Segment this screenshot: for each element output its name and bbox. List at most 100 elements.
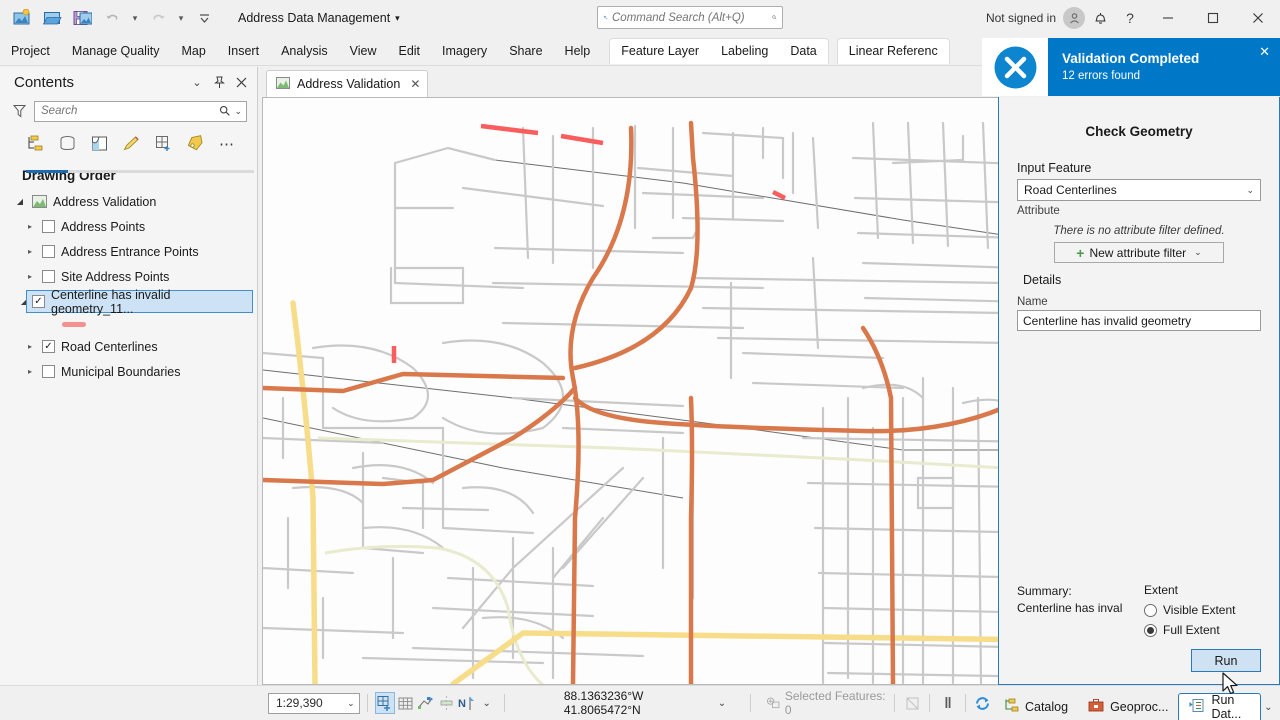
layer-visibility-checkbox[interactable] [42,365,55,378]
map-tools-caret-icon[interactable]: ⌄ [477,692,497,714]
bottom-tab-geoprocessing[interactable]: Geoproc... [1078,694,1178,720]
help-button[interactable]: ? [1115,3,1145,33]
tree-item-centerline-has-invalid-geometry[interactable]: ✓ Centerline has invalid geometry_11... [26,290,253,313]
close-button[interactable] [1235,0,1280,36]
grid-tool-icon[interactable] [395,692,415,714]
ribbon-tab-data[interactable]: Data [779,39,827,64]
open-project-icon[interactable] [38,4,66,32]
ribbon-tab-linear-referencing[interactable]: Linear Referenc [838,39,949,64]
bottom-tab-run-data-reviewer[interactable]: Run Dat... [1178,693,1260,720]
layer-visibility-checkbox[interactable]: ✓ [32,295,45,308]
ribbon-tab-project[interactable]: Project [0,36,61,66]
tree-item-site-address-points[interactable]: ▸ Site Address Points [10,264,257,289]
redo-icon[interactable] [144,4,172,32]
project-name[interactable]: Address Data Management ▾ [238,11,400,25]
undo-dropdown-caret-icon[interactable]: ▾ [128,5,142,31]
refresh-map-button[interactable] [973,692,993,714]
map-clip-icon[interactable] [902,692,922,714]
bottom-tabs-caret-icon[interactable]: ⌄ [1261,694,1276,720]
contents-toolbar-scroll-indicator[interactable] [26,170,254,173]
contents-close-icon[interactable] [231,72,251,92]
ribbon-tab-manage-quality[interactable]: Manage Quality [61,36,171,66]
expand-arrow-icon[interactable]: ▸ [24,367,36,376]
maximize-button[interactable] [1190,0,1235,36]
list-by-snapping-icon[interactable] [152,133,174,155]
undo-icon[interactable] [98,4,126,32]
chevron-down-icon[interactable]: ⌄ [1194,247,1202,258]
ribbon-tab-view[interactable]: View [339,36,388,66]
extent-option-full[interactable]: Full Extent [1144,623,1236,637]
tree-item-municipal-boundaries[interactable]: ▸ Municipal Boundaries [10,359,257,384]
ribbon-tab-feature-layer[interactable]: Feature Layer [610,39,710,64]
layer-visibility-checkbox[interactable] [42,220,55,233]
contents-search-caret-icon[interactable]: ⌄ [234,106,242,117]
toast-close-icon[interactable]: ✕ [1259,38,1280,82]
list-by-drawing-order-icon[interactable] [24,133,46,155]
radio-full-extent[interactable] [1144,624,1157,637]
contents-search-input[interactable] [41,105,216,117]
selection-tool-icon[interactable] [375,692,396,714]
measure-icon[interactable] [436,692,456,714]
input-feature-select[interactable]: Road Centerlines ⌄ [1017,179,1261,201]
coordinates-caret-icon[interactable]: ⌄ [718,698,726,709]
search-icon[interactable] [772,11,777,24]
extent-option-visible[interactable]: Visible Extent [1144,603,1236,617]
map-tab-close-icon[interactable]: ✕ [410,77,420,91]
ribbon-tab-labeling[interactable]: Labeling [710,39,779,64]
expand-arrow-icon[interactable]: ▸ [24,272,36,281]
expand-arrow-icon[interactable]: ◢ [14,197,26,206]
expand-arrow-icon[interactable]: ◢ [10,297,24,306]
list-by-editing-icon[interactable] [120,133,142,155]
radio-visible-extent[interactable] [1144,604,1157,617]
ribbon-tab-insert[interactable]: Insert [217,36,270,66]
ribbon-tab-edit[interactable]: Edit [387,36,431,66]
chevron-down-icon[interactable]: ⌄ [347,698,355,709]
contents-menu-caret-icon[interactable]: ⌄ [187,72,207,92]
ribbon-tab-map[interactable]: Map [170,36,216,66]
list-by-labeling-icon[interactable] [184,133,206,155]
validation-notification-toast[interactable]: Validation Completed 12 errors found ✕ [982,38,1280,96]
contents-pin-icon[interactable] [209,72,229,92]
map-scale-selector[interactable]: 1:29,390 ⌄ [268,693,360,714]
pause-drawing-button[interactable]: ‖ [937,692,957,714]
customize-qat-icon[interactable] [190,4,218,32]
more-options-icon[interactable]: ⋯ [216,133,238,155]
bottom-tab-catalog[interactable]: Catalog [993,694,1078,720]
new-attribute-filter-button[interactable]: + New attribute filter ⌄ [1054,242,1224,263]
layer-visibility-checkbox[interactable] [42,270,55,283]
edit-vertices-icon[interactable] [415,692,435,714]
search-icon[interactable] [219,105,231,117]
map-tab-address-validation[interactable]: Address Validation ✕ [266,70,428,97]
sign-in-status[interactable]: Not signed in [986,11,1056,25]
redo-dropdown-caret-icon[interactable]: ▾ [174,5,188,31]
ribbon-tab-analysis[interactable]: Analysis [270,36,339,66]
layer-visibility-checkbox[interactable]: ✓ [42,340,55,353]
tree-item-road-centerlines[interactable]: ▸ ✓ Road Centerlines [10,334,257,359]
list-by-selection-icon[interactable] [88,133,110,155]
notifications-bell-icon[interactable] [1085,3,1115,33]
layer-visibility-checkbox[interactable] [42,245,55,258]
new-project-icon[interactable] [8,4,36,32]
tree-item-address-validation[interactable]: ◢ Address Validation [10,189,257,214]
expand-arrow-icon[interactable]: ▸ [24,342,36,351]
ribbon-tab-help[interactable]: Help [554,36,602,66]
ribbon-tab-share[interactable]: Share [498,36,553,66]
list-by-data-source-icon[interactable] [56,133,78,155]
minimize-button[interactable] [1145,0,1190,36]
command-search-input[interactable] [612,12,768,24]
command-search[interactable] [597,6,783,29]
contents-search-box[interactable]: ⌄ [34,101,247,122]
filter-funnel-icon[interactable] [12,104,27,118]
tree-item-address-entrance-points[interactable]: ▸ Address Entrance Points [10,239,257,264]
expand-arrow-icon[interactable]: ▸ [24,247,36,256]
avatar[interactable] [1063,7,1085,29]
name-input[interactable] [1017,310,1261,331]
expand-arrow-icon[interactable]: ▸ [24,222,36,231]
run-button[interactable]: Run [1191,649,1261,672]
project-name-caret-icon[interactable]: ▾ [395,13,400,24]
save-project-icon[interactable] [68,4,96,32]
ribbon-tab-imagery[interactable]: Imagery [431,36,498,66]
north-arrow-icon[interactable]: N [456,692,476,714]
tree-item-address-points[interactable]: ▸ Address Points [10,214,257,239]
chevron-down-icon[interactable]: ⌄ [1246,185,1254,196]
